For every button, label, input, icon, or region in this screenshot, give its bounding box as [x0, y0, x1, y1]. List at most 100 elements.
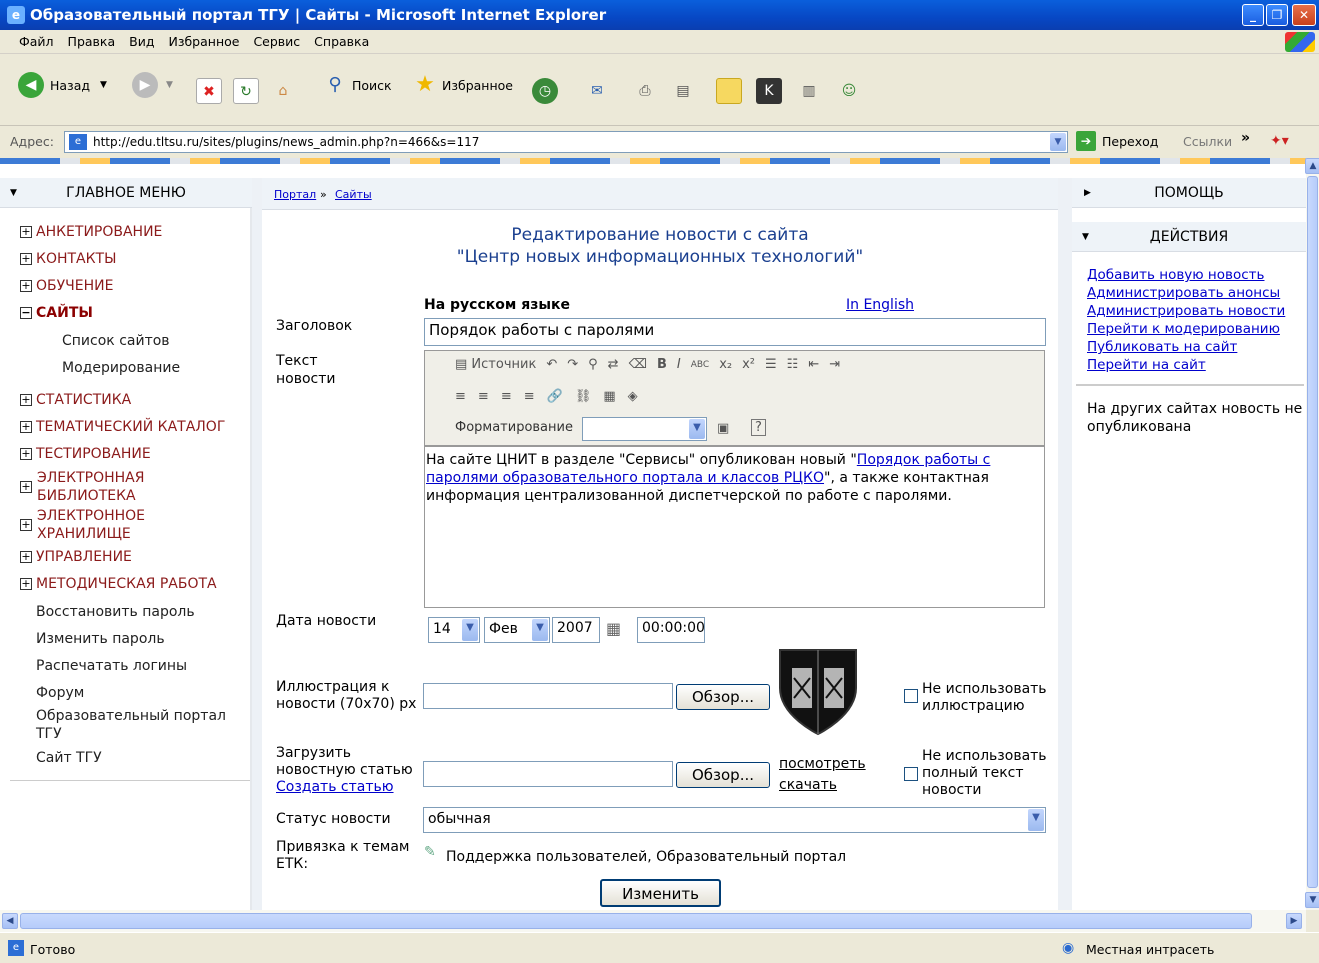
italic-icon[interactable]: I [677, 357, 681, 372]
close-button[interactable]: ✕ [1292, 4, 1316, 26]
menu-item-contacts[interactable]: + КОНТАКТЫ [20, 251, 116, 267]
edit-icon[interactable]: ▤ [670, 78, 696, 104]
vertical-scrollbar[interactable]: ▲ ▼ [1305, 158, 1319, 910]
k-icon[interactable]: K [756, 78, 782, 104]
links-label[interactable]: Ссылки [1183, 134, 1232, 149]
right-splitter[interactable] [1058, 178, 1072, 910]
menu-item-surveys[interactable]: + АНКЕТИРОВАНИЕ [20, 224, 162, 240]
chevron-right-icon[interactable]: » [1241, 130, 1250, 146]
source-button[interactable]: ▤ Источник [455, 357, 536, 372]
link-edu-portal[interactable]: Образовательный портал ТГУ [36, 707, 226, 743]
main-menu-header[interactable]: ▼ ГЛАВНОЕ МЕНЮ [0, 178, 252, 208]
menu-item-testing[interactable]: + ТЕСТИРОВАНИЕ [20, 446, 151, 462]
horizontal-scroll-thumb[interactable] [20, 913, 1252, 929]
unlink-icon[interactable]: ⛓ [575, 389, 592, 404]
link-forum[interactable]: Форум [36, 685, 84, 701]
maximize-button[interactable]: ❐ [1266, 4, 1288, 26]
breadcrumb-portal[interactable]: Портал [274, 188, 316, 201]
headline-input[interactable]: Порядок работы с паролями [424, 318, 1046, 346]
menu-file[interactable]: Файл [12, 30, 61, 53]
article-browse-button[interactable]: Обзор... [676, 762, 770, 788]
scroll-right-icon[interactable]: ▶ [1286, 913, 1302, 929]
news-body-editor[interactable]: На сайте ЦНИТ в разделе "Сервисы" опубли… [424, 446, 1045, 608]
strike-icon[interactable]: ABC [691, 360, 709, 370]
table-icon[interactable]: ▦ [603, 389, 615, 404]
date-month-select[interactable]: Фев ▼ [484, 617, 550, 643]
messenger-icon[interactable]: ☺ [836, 78, 862, 104]
forward-button[interactable]: ▶ ▼ [132, 70, 173, 100]
calendar-icon[interactable]: ▦ [606, 619, 621, 638]
subscript-icon[interactable]: x₂ [719, 357, 732, 372]
menu-edit[interactable]: Правка [61, 30, 123, 53]
menu-favorites[interactable]: Избранное [161, 30, 246, 53]
go-site-link[interactable]: Перейти на сайт [1087, 356, 1285, 374]
menu-item-sites[interactable]: − САЙТЫ [20, 305, 93, 321]
eraser-icon[interactable]: ⌫ [629, 357, 647, 372]
search-button[interactable]: ⚲ Поиск [322, 70, 391, 100]
superscript-icon[interactable]: x² [742, 357, 755, 372]
help-icon[interactable]: ? [751, 419, 766, 436]
indent-icon[interactable]: ⇥ [829, 357, 840, 372]
undo-icon[interactable]: ↶ [546, 357, 557, 372]
admin-announcements-link[interactable]: Администрировать анонсы [1087, 284, 1285, 302]
view-link[interactable]: посмотреть [779, 756, 866, 772]
align-right-icon[interactable]: ≡ [501, 389, 512, 404]
find-icon[interactable]: ⚲ [588, 357, 598, 372]
body-link[interactable]: Порядок работы с [857, 452, 991, 468]
align-left-icon[interactable]: ≡ [455, 389, 466, 404]
bulleted-list-icon[interactable]: ☷ [787, 357, 799, 372]
print-icon[interactable]: ⎙ [632, 78, 658, 104]
special-char-icon[interactable]: ◈ [628, 389, 638, 404]
sub-item-site-list[interactable]: Список сайтов [62, 333, 170, 349]
submit-button[interactable]: Изменить [600, 879, 721, 907]
menu-help[interactable]: Справка [307, 30, 376, 53]
horizontal-scrollbar[interactable]: ◀ ▶ [0, 910, 1306, 932]
history-icon[interactable]: ◷ [532, 78, 558, 104]
lang-en-link[interactable]: In English [846, 297, 914, 313]
illustration-browse-button[interactable]: Обзор... [676, 684, 770, 710]
address-input[interactable]: e http://edu.tltsu.ru/sites/plugins/news… [64, 131, 1068, 153]
bold-icon[interactable]: B [657, 357, 667, 372]
favorites-button[interactable]: ★ Избранное [412, 70, 513, 100]
menu-item-catalog[interactable]: + ТЕМАТИЧЕСКИЙ КАТАЛОГ [20, 419, 225, 435]
menu-item-statistics[interactable]: + СТАТИСТИКА [20, 392, 131, 408]
illustration-file-input[interactable] [423, 683, 673, 709]
actions-header[interactable]: ▼ ДЕЙСТВИЯ [1072, 222, 1306, 252]
no-illustration-checkbox[interactable] [904, 689, 918, 703]
link-icon[interactable]: 🔗 [547, 389, 563, 404]
breadcrumb-sites[interactable]: Сайты [335, 188, 372, 201]
link-print-logins[interactable]: Распечатать логины [36, 658, 187, 674]
status-select[interactable]: обычная ▼ [423, 807, 1046, 833]
show-blocks-icon[interactable]: ▣ [717, 421, 729, 436]
link-restore-password[interactable]: Восстановить пароль [36, 604, 195, 620]
research-icon[interactable]: ▥ [796, 78, 822, 104]
replace-icon[interactable]: ⇄ [608, 357, 619, 372]
menu-view[interactable]: Вид [122, 30, 161, 53]
menu-item-education[interactable]: + ОБУЧЕНИЕ [20, 278, 113, 294]
help-header[interactable]: ▶ ПОМОЩЬ [1072, 178, 1306, 208]
folder-icon[interactable] [716, 78, 742, 104]
menu-item-storage[interactable]: + ЭЛЕКТРОННОЕ ХРАНИЛИЩЕ [20, 507, 145, 543]
redo-icon[interactable]: ↷ [567, 357, 578, 372]
left-splitter[interactable] [252, 178, 262, 910]
date-time-input[interactable]: 00:00:00 [637, 617, 705, 643]
no-full-text-checkbox[interactable] [904, 767, 918, 781]
menu-item-methodical[interactable]: + МЕТОДИЧЕСКАЯ РАБОТА [20, 576, 217, 592]
go-button[interactable]: ➔ Переход [1076, 131, 1158, 151]
article-file-input[interactable] [423, 761, 673, 787]
chevron-down-icon[interactable]: ▼ [1050, 133, 1066, 151]
publish-link[interactable]: Публиковать на сайт [1087, 338, 1285, 356]
link-change-password[interactable]: Изменить пароль [36, 631, 165, 647]
stop-icon[interactable]: ✖ [196, 78, 222, 104]
menu-item-library[interactable]: + ЭЛЕКТРОННАЯ БИБЛИОТЕКА [20, 469, 144, 505]
menu-item-management[interactable]: + УПРАВЛЕНИЕ [20, 549, 132, 565]
date-year-input[interactable]: 2007 [552, 617, 600, 643]
body-link[interactable]: паролями образовательного портала и клас… [426, 470, 824, 486]
scroll-up-icon[interactable]: ▲ [1305, 158, 1319, 174]
date-day-select[interactable]: 14 ▼ [428, 617, 480, 643]
home-icon[interactable]: ⌂ [270, 78, 296, 104]
minimize-button[interactable]: _ [1242, 4, 1264, 26]
outdent-icon[interactable]: ⇤ [808, 357, 819, 372]
sub-item-moderation[interactable]: Модерирование [62, 360, 180, 376]
refresh-icon[interactable]: ↻ [233, 78, 259, 104]
